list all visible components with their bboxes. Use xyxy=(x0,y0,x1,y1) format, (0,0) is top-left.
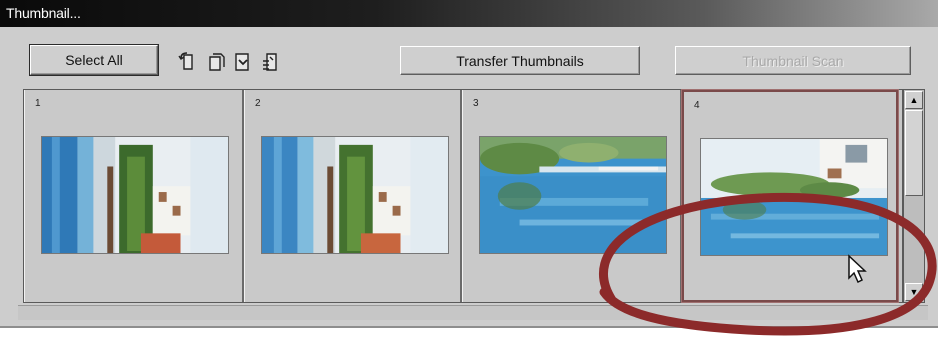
thumbnail-number: 1 xyxy=(35,98,41,109)
thumbnail-number: 2 xyxy=(255,98,261,109)
rotate-left-icon[interactable] xyxy=(178,51,198,73)
thumbnail-number: 4 xyxy=(694,100,700,111)
thumbnail-cell-1[interactable]: 1 xyxy=(24,90,244,302)
thumbnail-image xyxy=(261,136,449,254)
transfer-thumbnails-button[interactable]: Transfer Thumbnails xyxy=(400,46,640,75)
mouse-cursor-icon xyxy=(848,254,867,284)
scroll-down-arrow-icon[interactable]: ▼ xyxy=(905,283,923,301)
thumbnail-image xyxy=(41,136,229,254)
vertical-scrollbar[interactable]: ▲ ▼ xyxy=(903,89,925,303)
title-bar[interactable]: Thumbnail... xyxy=(0,0,938,27)
flip-icon[interactable] xyxy=(233,51,253,73)
rotate-right-icon[interactable] xyxy=(206,51,226,73)
thumbnail-cell-2[interactable]: 2 xyxy=(244,90,462,302)
mirror-icon[interactable] xyxy=(260,51,280,73)
window-title: Thumbnail... xyxy=(6,5,81,21)
select-all-button[interactable]: Select All xyxy=(29,44,159,76)
thumbnail-scan-button[interactable]: Thumbnail Scan xyxy=(675,46,911,75)
thumbnail-image xyxy=(700,138,888,256)
status-strip xyxy=(18,305,928,320)
thumbnail-number: 3 xyxy=(473,98,479,109)
thumbnail-cell-3[interactable]: 3 xyxy=(462,90,682,302)
thumbnail-window: Thumbnail... Select All Transfer Thumbna… xyxy=(0,0,938,328)
thumbnail-image xyxy=(479,136,667,254)
thumbnail-grid: 1 2 3 4 xyxy=(23,89,903,303)
scrollbar-thumb[interactable] xyxy=(905,110,923,196)
scroll-up-arrow-icon[interactable]: ▲ xyxy=(905,91,923,109)
